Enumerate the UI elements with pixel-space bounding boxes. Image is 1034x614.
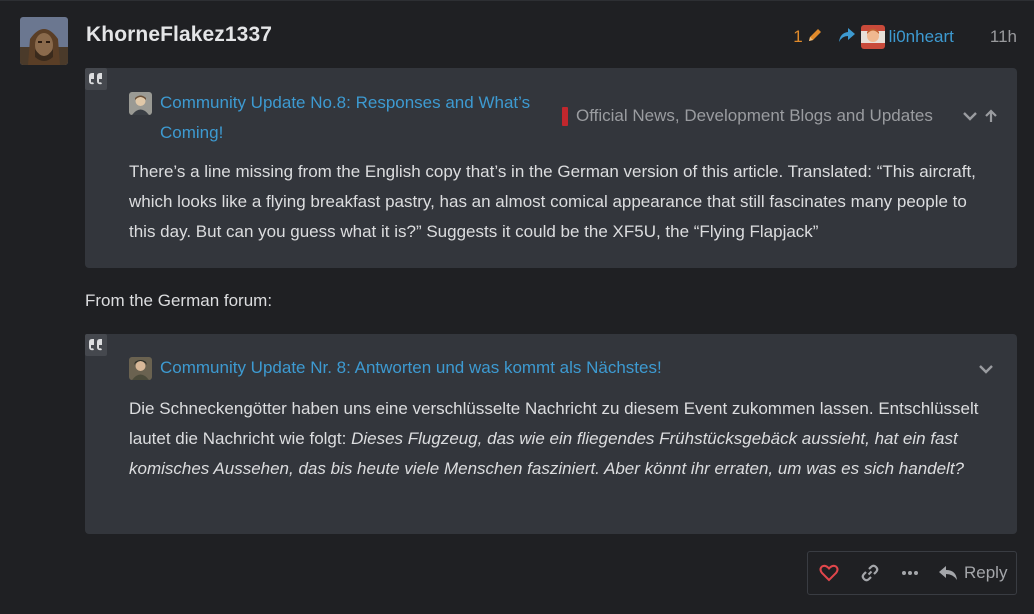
post-meta: 1 li0nheart 11h [793, 24, 1017, 50]
quote-topic-title-line1: Community Update No.8: Responses and Wha… [160, 93, 531, 112]
reply-to-avatar [860, 25, 885, 49]
reply-arrow-icon [838, 27, 856, 48]
quote-block: Community Update No.8: Responses and Wha… [85, 68, 1017, 268]
quote-controls [962, 109, 998, 128]
heart-icon [819, 564, 839, 582]
ellipsis-icon [902, 571, 918, 575]
quote-block: Community Update Nr. 8: Antworten und wa… [85, 334, 1017, 534]
arrow-up-icon [985, 109, 997, 122]
edit-count: 1 [793, 27, 803, 46]
quote-author-avatar [129, 92, 152, 115]
author-avatar[interactable] [20, 17, 68, 65]
reply-button[interactable]: Reply [938, 563, 1007, 583]
expand-quote-button[interactable] [962, 109, 978, 128]
link-icon [861, 564, 879, 582]
quote-title: Community Update No.8: Responses and Wha… [129, 88, 530, 148]
category-name: Official News, Development Blogs and Upd… [576, 106, 933, 125]
top-divider [0, 0, 1034, 1]
category-badge[interactable]: Official News, Development Blogs and Upd… [562, 106, 933, 126]
quote-icon [85, 334, 107, 356]
quote-icon [85, 68, 107, 90]
post-age[interactable]: 11h [990, 27, 1017, 47]
reply-to-button[interactable]: li0nheart [838, 25, 954, 49]
category-color-swatch [562, 106, 568, 126]
go-to-quoted-post-button[interactable] [984, 109, 998, 128]
quote-controls [978, 362, 994, 381]
edit-history-button[interactable]: 1 [793, 26, 823, 49]
like-button[interactable] [808, 552, 850, 594]
quote-topic-link[interactable]: Community Update No.8: Responses and Wha… [160, 88, 530, 148]
share-link-button[interactable] [850, 552, 890, 594]
post-actions: Reply [807, 551, 1017, 595]
author-username[interactable]: KhorneFlakez1337 [86, 23, 272, 47]
reply-icon [939, 566, 957, 580]
quote-topic-title-line2: Coming! [160, 123, 224, 142]
quote-title: Community Update Nr. 8: Antworten und wa… [129, 353, 662, 383]
chevron-down-icon [979, 365, 993, 374]
chevron-down-icon [963, 112, 977, 121]
quote-author-avatar [129, 357, 152, 380]
expand-quote-button[interactable] [978, 362, 994, 381]
reply-to-username: li0nheart [888, 27, 954, 46]
quote-body: There’s a line missing from the English … [129, 162, 976, 241]
pencil-icon [806, 26, 824, 49]
more-options-button[interactable] [890, 552, 930, 594]
reply-label: Reply [964, 563, 1008, 582]
quote-body: Die Schneckengötter haben uns eine versc… [129, 394, 993, 484]
post-text: From the German forum: [85, 291, 273, 310]
quote-topic-link[interactable]: Community Update Nr. 8: Antworten und wa… [160, 353, 662, 383]
